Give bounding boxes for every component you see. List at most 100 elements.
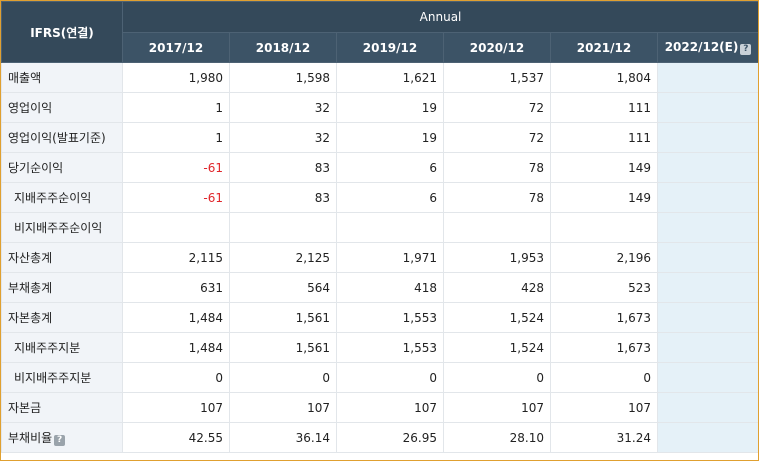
table-row: 지배주주순이익 -61 83 6 78 149 [1, 182, 758, 213]
table-cell: 28.10 [443, 422, 551, 453]
table-cell: 6 [336, 152, 444, 183]
table-cell: 107 [229, 392, 337, 423]
period-header-2022-estimate: 2022/12(E)? [656, 32, 758, 63]
table-cell: 1,524 [443, 302, 551, 333]
table-cell: 564 [229, 272, 337, 303]
table-cell: 19 [336, 122, 444, 153]
table-cell [122, 212, 230, 243]
table-cell [550, 212, 658, 243]
table-cell: 1,537 [443, 62, 551, 93]
table-cell [336, 212, 444, 243]
table-cell: 107 [550, 392, 658, 423]
accounting-standard-header: IFRS(연결) [1, 1, 123, 63]
period-header-2022-label: 2022/12(E) [664, 40, 739, 54]
table-cell: 2,125 [229, 242, 337, 273]
estimate-cell [656, 242, 758, 273]
estimate-cell [656, 182, 758, 213]
table-row: 지배주주지분 1,484 1,561 1,553 1,524 1,673 [1, 332, 758, 363]
table-cell: 32 [229, 92, 337, 123]
table-cell: 1,673 [550, 332, 658, 363]
table-cell: 1,524 [443, 332, 551, 363]
table-cell: 149 [550, 152, 658, 183]
estimate-cell [656, 302, 758, 333]
row-label: 자본총계 [1, 302, 123, 333]
estimate-cell [656, 422, 758, 453]
table-cell: 2,196 [550, 242, 658, 273]
annual-group-header: Annual [121, 1, 758, 33]
financial-summary-panel: IFRS(연결) Annual 2017/12 2018/12 2019/12 … [0, 0, 759, 461]
table-row: 자산총계 2,115 2,125 1,971 1,953 2,196 [1, 242, 758, 273]
table-cell: 42.55 [122, 422, 230, 453]
period-header-2021: 2021/12 [550, 32, 658, 63]
table-cell: 1,484 [122, 332, 230, 363]
period-header-2019: 2019/12 [336, 32, 444, 63]
table-cell: 1,673 [550, 302, 658, 333]
estimate-cell [656, 62, 758, 93]
table-row: 부채총계 631 564 418 428 523 [1, 272, 758, 303]
table-cell: 19 [336, 92, 444, 123]
table-row: 매출액 1,980 1,598 1,621 1,537 1,804 [1, 62, 758, 93]
table-row: 영업이익 1 32 19 72 111 [1, 92, 758, 123]
row-label: 지배주주순이익 [1, 182, 123, 213]
table-cell: 78 [443, 152, 551, 183]
row-label: 부채총계 [1, 272, 123, 303]
table-cell: 0 [336, 362, 444, 393]
table-row: 비지배주주지분 0 0 0 0 0 [1, 362, 758, 393]
table-row: 부채비율? 42.55 36.14 26.95 28.10 31.24 [1, 422, 758, 453]
table-cell: 111 [550, 92, 658, 123]
table-cell: 0 [229, 362, 337, 393]
row-label: 비지배주주순이익 [1, 212, 123, 243]
table-cell: 1,553 [336, 302, 444, 333]
financial-summary-table: IFRS(연결) Annual 2017/12 2018/12 2019/12 … [1, 1, 758, 453]
table-cell: 1,561 [229, 332, 337, 363]
table-cell: 72 [443, 92, 551, 123]
table-cell: 1,561 [229, 302, 337, 333]
table-cell: -61 [122, 182, 230, 213]
table-cell: 107 [122, 392, 230, 423]
table-cell: 631 [122, 272, 230, 303]
row-label: 자본금 [1, 392, 123, 423]
table-cell: 31.24 [550, 422, 658, 453]
table-cell: 149 [550, 182, 658, 213]
table-cell [229, 212, 337, 243]
table-cell: 72 [443, 122, 551, 153]
row-label-text: 부채비율 [8, 431, 53, 445]
table-cell: 78 [443, 182, 551, 213]
table-cell: 2,115 [122, 242, 230, 273]
estimate-cell [656, 272, 758, 303]
table-cell: 1,484 [122, 302, 230, 333]
table-cell: 107 [336, 392, 444, 423]
table-cell: 111 [550, 122, 658, 153]
row-label: 당기순이익 [1, 152, 123, 183]
table-cell: -61 [122, 152, 230, 183]
period-header-2017: 2017/12 [122, 32, 230, 63]
table-row: 자본금 107 107 107 107 107 [1, 392, 758, 423]
table-cell [443, 212, 551, 243]
table-cell: 1 [122, 92, 230, 123]
help-icon[interactable]: ? [54, 435, 66, 446]
table-cell: 1,953 [443, 242, 551, 273]
help-icon[interactable]: ? [740, 44, 752, 55]
table-cell: 1,971 [336, 242, 444, 273]
table-cell: 523 [550, 272, 658, 303]
table-cell: 1,553 [336, 332, 444, 363]
table-cell: 0 [550, 362, 658, 393]
table-row: 영업이익(발표기준) 1 32 19 72 111 [1, 122, 758, 153]
estimate-cell [656, 92, 758, 123]
estimate-cell [656, 152, 758, 183]
table-cell: 36.14 [229, 422, 337, 453]
period-header-2020: 2020/12 [443, 32, 551, 63]
table-cell: 418 [336, 272, 444, 303]
table-cell: 428 [443, 272, 551, 303]
row-label: 영업이익(발표기준) [1, 122, 123, 153]
row-label: 지배주주지분 [1, 332, 123, 363]
table-cell: 0 [122, 362, 230, 393]
estimate-cell [656, 122, 758, 153]
estimate-cell [656, 212, 758, 243]
table-cell: 6 [336, 182, 444, 213]
table-cell: 32 [229, 122, 337, 153]
estimate-cell [656, 332, 758, 363]
table-cell: 1,621 [336, 62, 444, 93]
row-label: 부채비율? [1, 422, 123, 453]
table-row: 자본총계 1,484 1,561 1,553 1,524 1,673 [1, 302, 758, 333]
